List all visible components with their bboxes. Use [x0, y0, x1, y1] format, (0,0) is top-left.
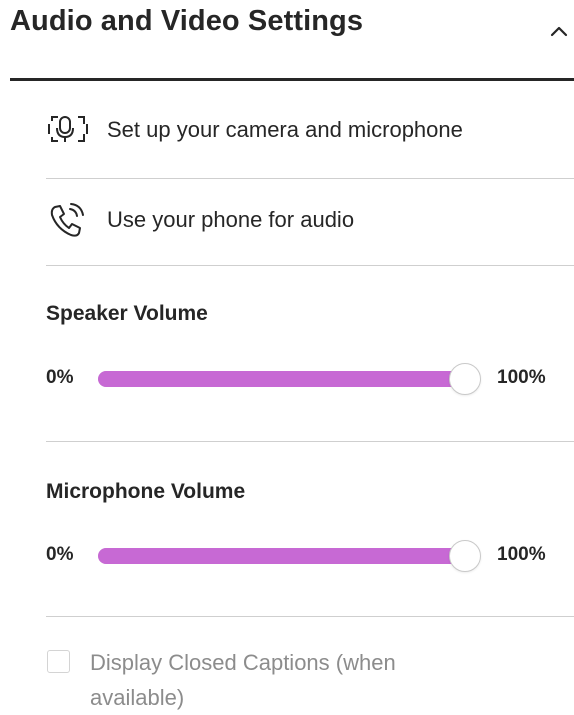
- collapse-button[interactable]: [544, 16, 574, 46]
- microphone-volume-thumb[interactable]: [449, 540, 481, 572]
- settings-panel-header: Audio and Video Settings: [10, 0, 574, 81]
- chevron-up-icon: [550, 26, 568, 37]
- camera-microphone-icon: [46, 111, 92, 147]
- divider: [46, 441, 574, 442]
- microphone-volume-title: Microphone Volume: [46, 480, 246, 503]
- phone-audio-icon: [46, 201, 92, 237]
- speaker-volume-title: Speaker Volume: [46, 302, 208, 325]
- setup-camera-microphone-label: Set up your camera and microphone: [107, 117, 463, 142]
- speaker-volume-max-label: 100%: [497, 367, 546, 388]
- speaker-volume-min-label: 0%: [46, 367, 74, 388]
- microphone-volume-max-label: 100%: [497, 544, 546, 565]
- speaker-volume-fill: [98, 371, 465, 387]
- speaker-volume-slider[interactable]: [98, 363, 481, 395]
- closed-captions-label: Display Closed Captions (when available): [90, 650, 396, 710]
- microphone-volume-min-label: 0%: [46, 544, 74, 565]
- setup-camera-microphone-button[interactable]: Set up your camera and microphone: [46, 103, 574, 179]
- closed-captions-checkbox[interactable]: [47, 650, 70, 673]
- use-phone-audio-button[interactable]: Use your phone for audio: [46, 179, 574, 266]
- use-phone-audio-label: Use your phone for audio: [107, 207, 355, 232]
- speaker-volume-slider-row: 0% 100%: [46, 358, 574, 398]
- microphone-volume-slider[interactable]: [98, 540, 481, 572]
- speaker-volume-thumb[interactable]: [449, 363, 481, 395]
- panel-title: Audio and Video Settings: [10, 5, 364, 37]
- divider: [46, 616, 574, 617]
- microphone-volume-slider-row: 0% 100%: [46, 535, 574, 575]
- microphone-volume-fill: [98, 548, 465, 564]
